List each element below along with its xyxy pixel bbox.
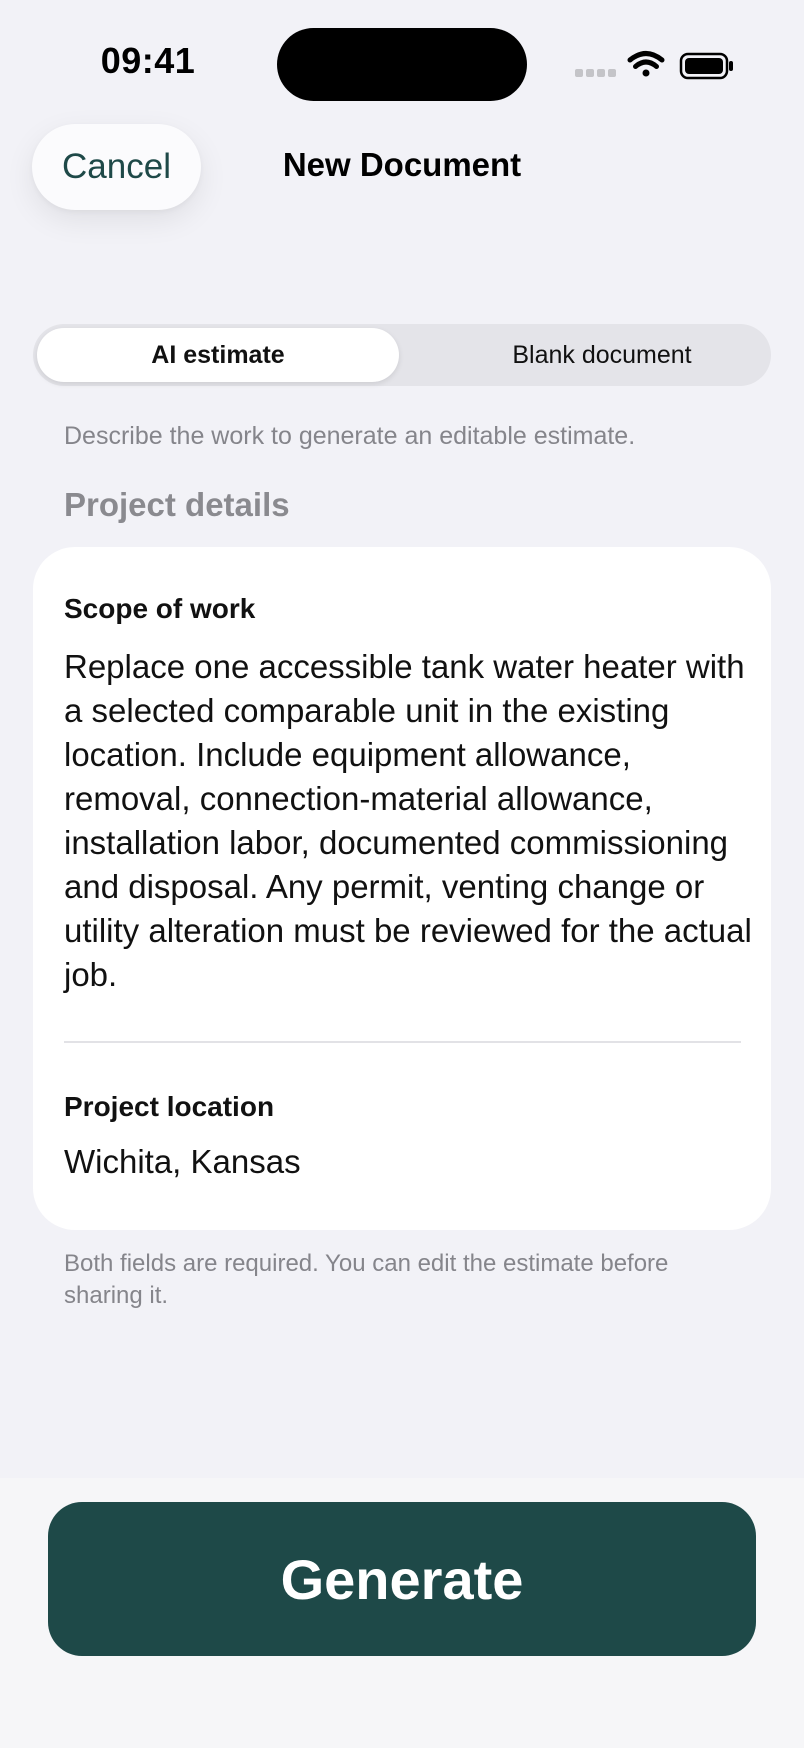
generate-button[interactable]: Generate: [48, 1502, 756, 1656]
segment-blank-document[interactable]: Blank document: [437, 328, 767, 382]
cancel-button[interactable]: Cancel: [32, 124, 201, 210]
signal-dots-icon: [575, 69, 616, 77]
project-details-card: Scope of work Replace one accessible tan…: [33, 547, 771, 1230]
dynamic-island: [277, 28, 527, 101]
scope-of-work-field[interactable]: Replace one accessible tank water heater…: [64, 645, 754, 997]
project-location-label: Project location: [64, 1091, 275, 1122]
required-fields-footnote: Both fields are required. You can edit t…: [64, 1250, 669, 1309]
wifi-icon: [627, 51, 665, 77]
nav-bar: Cancel New Document: [0, 122, 804, 214]
hint-text: Describe the work to generate an editabl…: [64, 422, 636, 450]
document-type-segmented-control: AI estimate Blank document: [33, 324, 771, 386]
bottom-action-bar: Generate: [0, 1478, 804, 1748]
battery-icon: [679, 52, 733, 80]
status-bar: 09:41: [0, 0, 804, 120]
field-divider: [64, 1041, 741, 1043]
segment-ai-estimate[interactable]: AI estimate: [37, 328, 399, 382]
page-title: New Document: [282, 146, 522, 183]
status-time: 09:41: [100, 40, 196, 81]
status-icons: [575, 48, 735, 82]
project-location-field[interactable]: Wichita, Kansas: [64, 1143, 744, 1181]
section-header-project-details: Project details: [64, 486, 290, 523]
scope-of-work-label: Scope of work: [64, 593, 256, 624]
